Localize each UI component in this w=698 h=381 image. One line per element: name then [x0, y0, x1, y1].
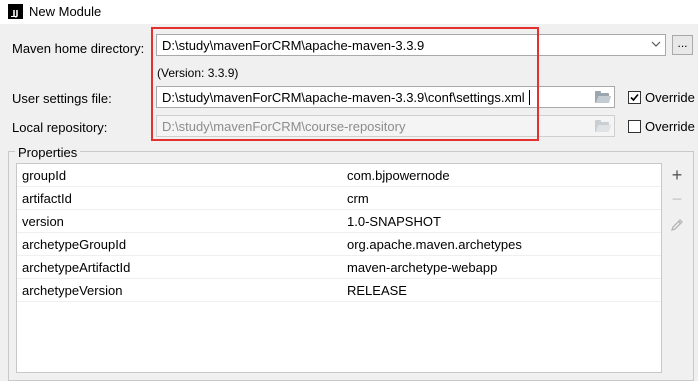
table-row[interactable]: archetypeArtifactId maven-archetype-weba… [17, 256, 661, 279]
table-row[interactable]: groupId com.bjpowernode [17, 164, 661, 187]
intellij-icon: IJ [8, 4, 23, 19]
user-settings-override-checkbox[interactable] [628, 91, 641, 104]
property-key: version [22, 214, 64, 229]
folder-icon [595, 120, 612, 132]
edit-pencil-icon[interactable] [667, 215, 687, 235]
highlight-box [151, 27, 539, 141]
property-value: maven-archetype-webapp [347, 260, 498, 275]
property-key: archetypeGroupId [22, 237, 127, 252]
table-row[interactable]: artifactId crm [17, 187, 661, 210]
user-settings-override-label: Override [645, 90, 695, 105]
chevron-down-icon[interactable] [651, 39, 661, 51]
property-value: RELEASE [347, 283, 407, 298]
property-value: 1.0-SNAPSHOT [347, 214, 441, 229]
property-key: artifactId [22, 191, 72, 206]
maven-home-label: Maven home directory: [12, 41, 145, 56]
window-title: New Module [29, 4, 102, 19]
maven-home-browse-button[interactable]: ... [672, 35, 693, 55]
remove-icon[interactable]: − [667, 189, 687, 209]
table-row[interactable]: version 1.0-SNAPSHOT [17, 210, 661, 233]
property-value: com.bjpowernode [347, 168, 450, 183]
table-row[interactable]: archetypeVersion RELEASE [17, 279, 661, 302]
property-key: archetypeVersion [22, 283, 123, 298]
properties-table: groupId com.bjpowernode artifactId crm v… [16, 163, 662, 373]
title-bar: IJ New Module [0, 0, 698, 24]
local-repository-override-label: Override [645, 119, 695, 134]
local-repository-override-checkbox[interactable] [628, 120, 641, 133]
user-settings-label: User settings file: [12, 91, 112, 106]
property-value: crm [347, 191, 369, 206]
table-row[interactable]: archetypeGroupId org.apache.maven.archet… [17, 233, 661, 256]
property-key: groupId [22, 168, 67, 183]
folder-icon[interactable] [595, 91, 612, 103]
local-repository-label: Local repository: [12, 120, 108, 135]
property-key: archetypeArtifactId [22, 260, 131, 275]
property-value: org.apache.maven.archetypes [347, 237, 522, 252]
add-icon[interactable]: + [667, 165, 687, 185]
properties-toolbar: + − [665, 163, 689, 253]
properties-title: Properties [15, 145, 81, 160]
